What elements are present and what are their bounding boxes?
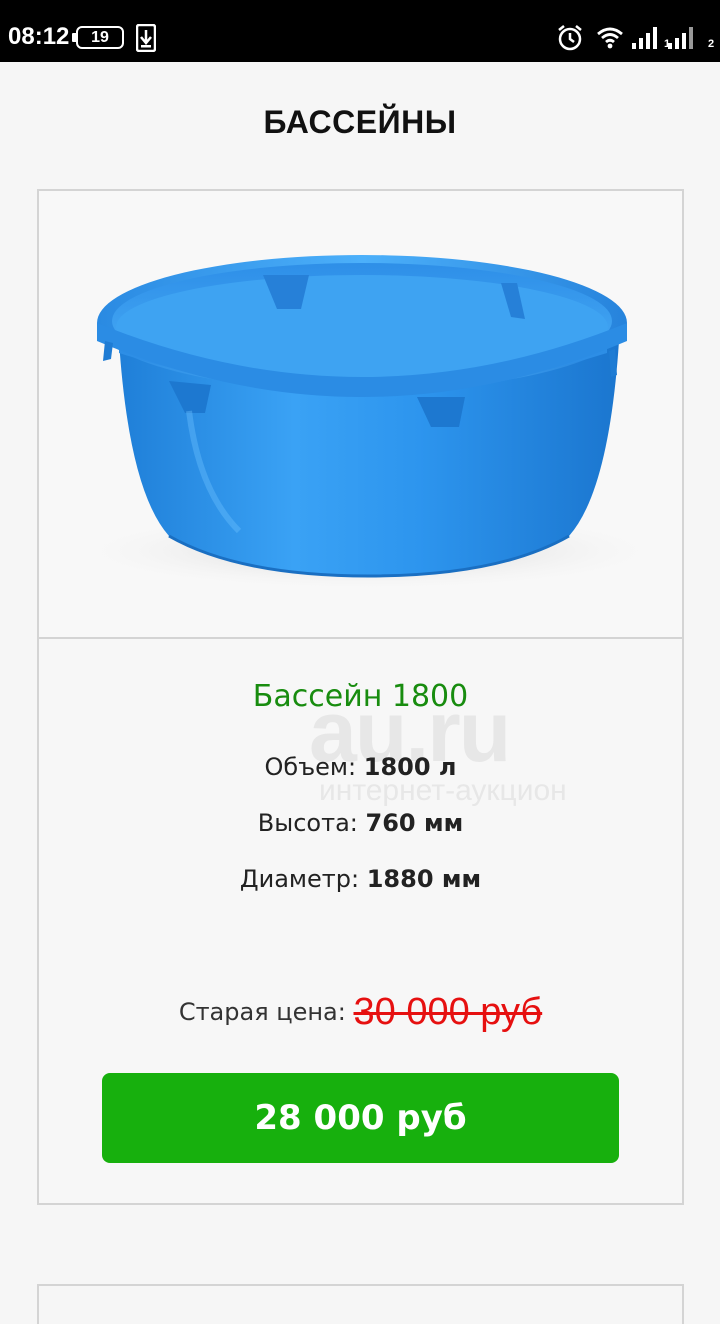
signal-icon — [668, 26, 698, 54]
wifi-icon — [596, 26, 624, 54]
status-bar: 08:12 19 1 2 — [0, 0, 720, 62]
old-price: Старая цена: 30 000 руб — [39, 991, 682, 1034]
alarm-icon — [556, 24, 584, 56]
spec-diameter: Диаметр: 1880 мм — [39, 865, 682, 893]
battery-icon: 19 — [72, 26, 124, 49]
download-icon — [135, 23, 157, 56]
spec-diameter-label: Диаметр: — [239, 865, 360, 893]
page-title: БАССЕЙНЫ — [263, 104, 457, 140]
product-image[interactable] — [39, 191, 682, 639]
old-price-value: 30 000 руб — [353, 991, 543, 1033]
pool-tub-image — [69, 255, 669, 591]
spec-volume-value: 1800 л — [363, 753, 457, 781]
spec-height: Высота: 760 мм — [39, 809, 682, 837]
spec-diameter-value: 1880 мм — [366, 865, 482, 893]
spec-height-label: Высота: — [257, 809, 358, 837]
spec-volume: Объем: 1800 л — [39, 753, 682, 781]
spec-volume-label: Объем: — [264, 753, 357, 781]
sim2-label: 2 — [708, 38, 715, 50]
price-button[interactable]: 28 000 руб — [102, 1073, 619, 1163]
product-name[interactable]: Бассейн 1800 — [39, 679, 682, 714]
next-product-card[interactable] — [37, 1284, 684, 1324]
old-price-label: Старая цена: — [178, 998, 346, 1026]
signal-icon — [632, 26, 662, 54]
spec-height-value: 760 мм — [365, 809, 464, 837]
product-card[interactable]: au.ru интернет-аукцион Бассейн 1800 Объе… — [37, 189, 684, 1205]
status-time: 08:12 — [8, 23, 70, 50]
